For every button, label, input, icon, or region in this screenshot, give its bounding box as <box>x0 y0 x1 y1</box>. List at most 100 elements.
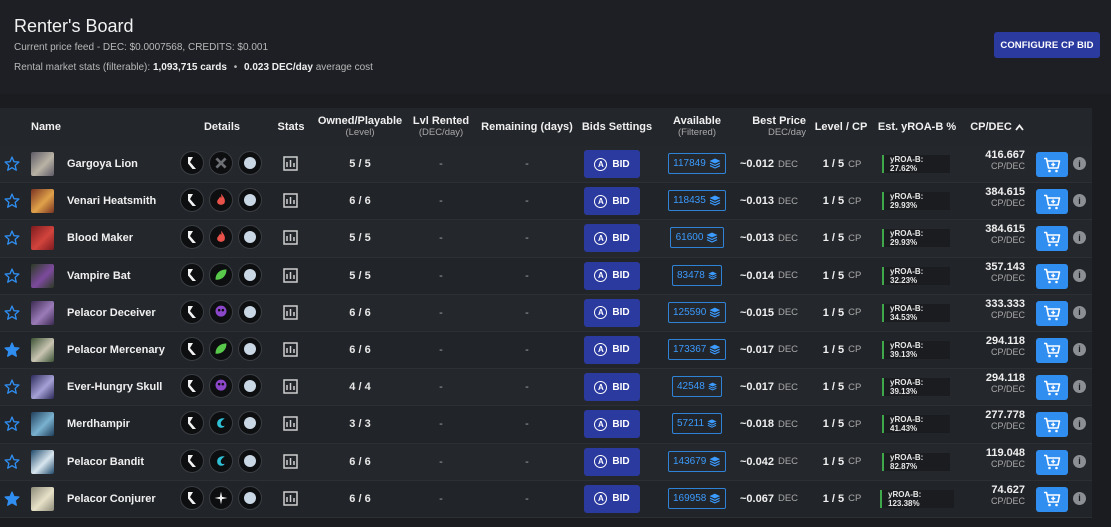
available-link[interactable]: 125590 <box>668 301 726 323</box>
available-link[interactable]: 118435 <box>668 190 726 212</box>
bid-button[interactable]: A BID <box>584 484 640 513</box>
card-name[interactable]: Vampire Bat <box>67 258 131 294</box>
card-name[interactable]: Merdhampir <box>67 406 130 442</box>
level-cp: 1 / 5 CP <box>822 492 862 505</box>
card-thumbnail[interactable] <box>31 300 54 325</box>
add-to-cart-button[interactable] <box>1036 375 1068 401</box>
info-icon[interactable]: i <box>1073 305 1086 319</box>
card-thumbnail[interactable] <box>31 412 54 437</box>
stats-icon[interactable] <box>283 193 298 208</box>
available-link[interactable]: 57211 <box>672 413 722 435</box>
market-stats: Rental market stats (filterable): 1,093,… <box>14 62 373 73</box>
bid-button[interactable]: A BID <box>584 224 640 253</box>
stats-icon[interactable] <box>283 453 298 469</box>
favorite-star-icon[interactable] <box>3 415 21 433</box>
stats-icon[interactable] <box>283 305 298 320</box>
available-link[interactable]: 143679 <box>668 450 726 472</box>
bid-button[interactable]: A BID <box>584 447 640 476</box>
cp-dec-value: 416.667 CP/DEC <box>985 149 1025 172</box>
column-level-cp[interactable]: Level / CP <box>810 108 872 146</box>
info-icon[interactable]: i <box>1073 454 1086 468</box>
card-thumbnail[interactable] <box>31 449 54 474</box>
bid-button[interactable]: A BID <box>584 335 640 364</box>
add-to-cart-button[interactable] <box>1036 449 1068 475</box>
add-to-cart-button[interactable] <box>1036 226 1068 252</box>
available-link[interactable]: 169958 <box>668 487 726 509</box>
column-cp-dec[interactable]: CP/DEC <box>968 108 1026 146</box>
available-link[interactable]: 42548 <box>672 376 722 398</box>
stats-icon[interactable] <box>283 156 298 171</box>
add-to-cart-button[interactable] <box>1036 486 1068 512</box>
favorite-star-icon[interactable] <box>3 304 21 322</box>
add-to-cart-button[interactable] <box>1036 412 1068 438</box>
column-est-yroa[interactable]: Est. yROA-B % <box>877 108 957 146</box>
favorite-star-icon[interactable] <box>3 267 21 285</box>
info-icon[interactable]: i <box>1073 268 1086 282</box>
add-to-cart-button[interactable] <box>1036 337 1068 363</box>
favorite-star-icon[interactable] <box>3 155 21 173</box>
card-thumbnail[interactable] <box>31 189 54 214</box>
column-available[interactable]: Available (Filtered) <box>664 108 730 146</box>
available-link[interactable]: 173367 <box>668 338 726 360</box>
info-icon[interactable]: i <box>1073 194 1086 208</box>
card-name[interactable]: Gargoya Lion <box>67 146 138 182</box>
bid-button[interactable]: A BID <box>584 150 640 178</box>
favorite-star-icon[interactable] <box>3 453 21 471</box>
info-icon[interactable]: i <box>1073 231 1086 245</box>
bid-button[interactable]: A BID <box>584 187 640 216</box>
bid-button[interactable]: A BID <box>584 261 640 290</box>
bid-button[interactable]: A BID <box>584 410 640 439</box>
stats-icon[interactable] <box>283 267 298 283</box>
card-thumbnail[interactable] <box>31 152 54 176</box>
favorite-star-icon[interactable] <box>3 341 21 359</box>
bid-button[interactable]: A BID <box>584 298 640 327</box>
lvl-rented: - <box>439 269 443 282</box>
info-icon[interactable]: i <box>1073 157 1086 170</box>
favorite-star-icon[interactable] <box>3 192 21 210</box>
configure-cp-bid-button[interactable]: CONFIGURE CP BID <box>994 32 1100 58</box>
add-to-cart-button[interactable] <box>1036 300 1068 326</box>
card-name[interactable]: Blood Maker <box>67 220 133 256</box>
info-icon[interactable]: i <box>1073 491 1086 505</box>
column-best-price[interactable]: Best Price DEC/day <box>742 108 806 146</box>
column-remaining[interactable]: Remaining (days) <box>478 108 576 146</box>
info-icon[interactable]: i <box>1073 417 1086 431</box>
available-link[interactable]: 117849 <box>668 153 726 174</box>
card-thumbnail[interactable] <box>31 226 54 251</box>
available-link[interactable]: 83478 <box>672 264 722 286</box>
card-name[interactable]: Pelacor Conjurer <box>67 481 156 517</box>
favorite-star-icon[interactable] <box>3 229 21 247</box>
card-name[interactable]: Ever-Hungry Skull <box>67 369 162 405</box>
info-icon[interactable]: i <box>1073 380 1086 394</box>
stats-icon[interactable] <box>283 230 298 246</box>
card-name[interactable]: Pelacor Bandit <box>67 444 144 480</box>
column-lvl-rented[interactable]: Lvl Rented (DEC/day) <box>410 108 472 146</box>
column-name[interactable]: Name <box>31 108 61 146</box>
card-thumbnail[interactable] <box>31 263 54 288</box>
info-icon[interactable]: i <box>1073 342 1086 356</box>
favorite-star-icon[interactable] <box>3 490 21 508</box>
cart-plus-icon <box>1044 417 1061 433</box>
card-name[interactable]: Pelacor Deceiver <box>67 295 156 331</box>
column-owned-playable[interactable]: Owned/Playable (Level) <box>314 108 406 146</box>
stats-icon[interactable] <box>283 342 298 357</box>
add-to-cart-button[interactable] <box>1036 189 1068 215</box>
best-price: ~0.018 DEC <box>740 418 799 431</box>
card-name[interactable]: Venari Heatsmith <box>67 183 156 219</box>
stats-icon[interactable] <box>283 379 298 394</box>
card-thumbnail[interactable] <box>31 486 54 511</box>
lvl-rented: - <box>439 381 443 394</box>
column-details: Details <box>203 121 241 133</box>
stats-icon[interactable] <box>283 416 298 432</box>
card-thumbnail[interactable] <box>31 337 54 362</box>
stats-icon[interactable] <box>283 490 298 506</box>
add-to-cart-button[interactable] <box>1036 152 1068 177</box>
favorite-star-icon[interactable] <box>3 378 21 396</box>
card-name[interactable]: Pelacor Mercenary <box>67 332 165 368</box>
add-to-cart-button[interactable] <box>1036 263 1068 289</box>
edition-icon <box>180 188 204 213</box>
bid-button[interactable]: A BID <box>584 373 640 402</box>
layers-icon <box>709 195 721 206</box>
available-link[interactable]: 61600 <box>670 227 724 249</box>
card-thumbnail[interactable] <box>31 375 54 400</box>
